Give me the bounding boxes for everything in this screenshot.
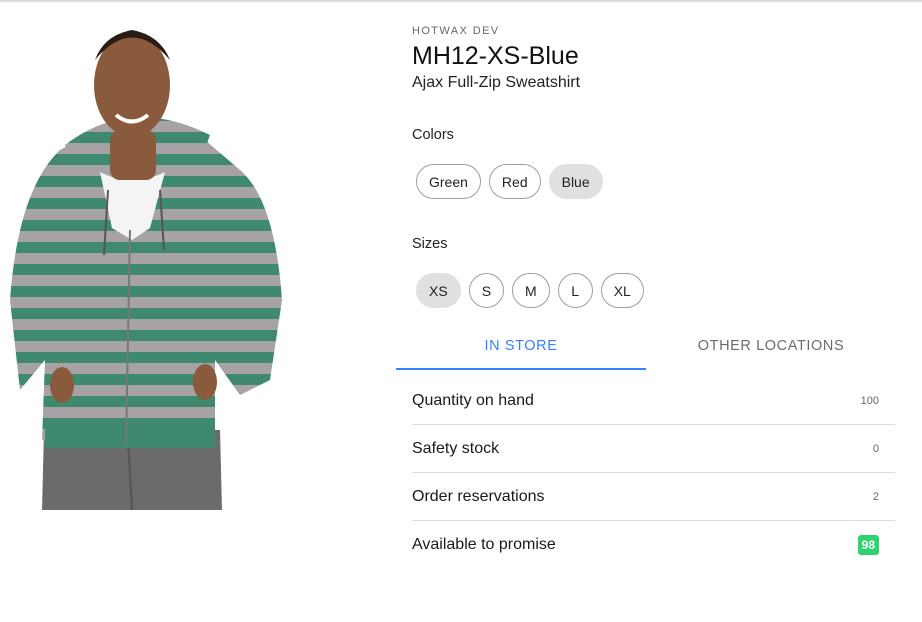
color-chip-green[interactable]: Green <box>416 164 481 199</box>
atp-badge: 98 <box>857 535 879 555</box>
list-item-label: Order reservations <box>412 487 545 505</box>
color-chip-red[interactable]: Red <box>488 164 541 199</box>
product-image <box>10 30 282 511</box>
list-item-order-reservations: Order reservations 2 <box>412 473 895 521</box>
colors-label: Colors <box>412 127 454 143</box>
size-chip-xl[interactable]: XL <box>600 273 644 308</box>
size-chip-xs[interactable]: XS <box>416 273 461 308</box>
list-item-value: 100 <box>860 394 879 407</box>
tab-in-store[interactable]: IN STORE <box>396 322 646 370</box>
list-item-value: 2 <box>872 490 879 503</box>
product-sku: MH12-XS-Blue <box>412 42 579 70</box>
product-name: Ajax Full-Zip Sweatshirt <box>412 74 581 91</box>
size-chip-l[interactable]: L <box>557 273 593 308</box>
tab-other-locations[interactable]: OTHER LOCATIONS <box>646 322 896 370</box>
color-chip-blue[interactable]: Blue <box>548 164 603 199</box>
list-item-available-to-promise: Available to promise 98 <box>412 521 895 569</box>
list-item-quantity-on-hand: Quantity on hand 100 <box>412 377 895 425</box>
list-item-label: Available to promise <box>412 536 556 553</box>
size-options: XS S M L XL <box>416 273 644 308</box>
list-item-label: Safety stock <box>412 439 500 457</box>
size-chip-s[interactable]: S <box>468 273 505 308</box>
color-options: Green Red Blue <box>416 164 603 199</box>
size-chip-m[interactable]: M <box>512 273 550 308</box>
list-item-safety-stock: Safety stock 0 <box>412 425 895 473</box>
brand-label: HOTWAX DEV <box>412 25 500 37</box>
list-item-label: Quantity on hand <box>412 391 534 409</box>
inventory-list: Quantity on hand 100 Safety stock 0 Orde… <box>412 377 895 569</box>
sizes-label: Sizes <box>412 236 448 252</box>
list-item-value: 0 <box>872 442 879 455</box>
location-segment: IN STORE OTHER LOCATIONS <box>396 322 896 370</box>
